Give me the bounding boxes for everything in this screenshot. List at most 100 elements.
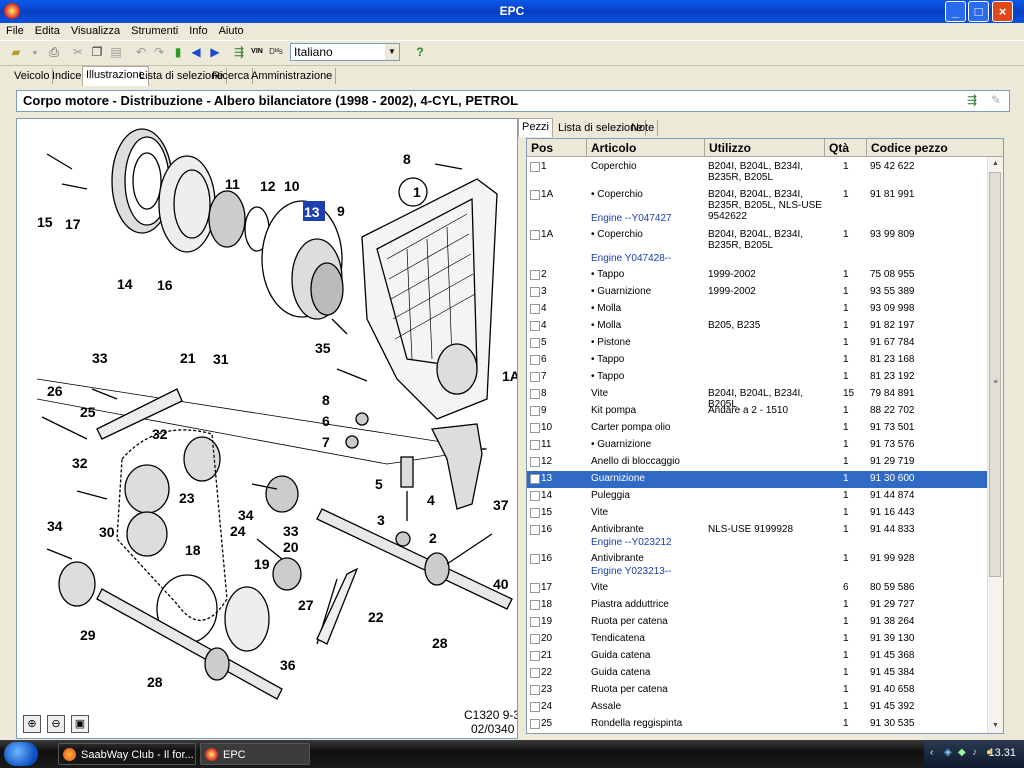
- table-row[interactable]: 13 Guarnizione 1 91 30 600: [527, 471, 988, 488]
- close-button[interactable]: ×: [992, 1, 1013, 22]
- forward-arrow-icon[interactable]: ▶: [207, 44, 223, 60]
- table-row[interactable]: 18 Piastra adduttrice 1 91 29 727: [527, 597, 988, 614]
- callout-29[interactable]: 29: [80, 627, 96, 643]
- column-header-usage[interactable]: Utilizzo: [705, 139, 825, 157]
- vin-button[interactable]: VIN: [249, 44, 265, 60]
- copy-icon[interactable]: ❐: [89, 44, 105, 60]
- row-checkbox[interactable]: [530, 423, 540, 433]
- callout-11[interactable]: 11: [225, 176, 240, 192]
- menu-tools[interactable]: Strumenti: [125, 23, 183, 37]
- table-row[interactable]: 25 Rondella reggispinta 1 91 30 535: [527, 716, 988, 733]
- row-checkbox[interactable]: [530, 338, 540, 348]
- table-row[interactable]: 16 Antivibrante 1 91 99 928 Engine Y023213--: [527, 551, 988, 580]
- callout-25[interactable]: 25: [80, 404, 96, 420]
- scroll-down-arrow-icon[interactable]: ▼: [990, 720, 1001, 732]
- table-row[interactable]: 17 Vite 6 80 59 586: [527, 580, 988, 597]
- save-icon[interactable]: ▪: [27, 44, 43, 60]
- tray-expand-icon[interactable]: ‹: [930, 747, 941, 758]
- row-checkbox[interactable]: [530, 508, 540, 518]
- taskbar-item-epc[interactable]: EPC: [200, 743, 310, 765]
- callout-31[interactable]: 31: [213, 351, 229, 367]
- row-checkbox[interactable]: [530, 304, 540, 314]
- callout-13[interactable]: 13: [304, 204, 320, 220]
- tab-parts[interactable]: Pezzi: [518, 118, 553, 137]
- cut-icon[interactable]: ✂: [70, 44, 86, 60]
- zoom-in-button[interactable]: ⊕: [23, 715, 41, 733]
- row-checkbox[interactable]: [530, 685, 540, 695]
- redo-icon[interactable]: ↷: [151, 44, 167, 60]
- row-checkbox[interactable]: [530, 634, 540, 644]
- row-checkbox[interactable]: [530, 230, 540, 240]
- row-checkbox[interactable]: [530, 525, 540, 535]
- callout-32[interactable]: 32: [72, 455, 88, 471]
- menu-info[interactable]: Info: [183, 23, 212, 37]
- callout-28[interactable]: 28: [147, 674, 163, 690]
- table-row[interactable]: 14 Puleggia 1 91 44 874: [527, 488, 988, 505]
- table-row[interactable]: 9 Kit pompa Andare a 2 - 1510 1 88 22 702: [527, 403, 988, 420]
- volume-icon[interactable]: ♪: [972, 747, 983, 758]
- menu-view[interactable]: Visualizza: [65, 23, 125, 37]
- table-row[interactable]: 23 Ruota per catena 1 91 40 658: [527, 682, 988, 699]
- table-row[interactable]: 12 Anello di bloccaggio 1 91 29 719: [527, 454, 988, 471]
- paste-icon[interactable]: ▤: [108, 44, 124, 60]
- callout-5[interactable]: 5: [375, 476, 383, 492]
- row-checkbox[interactable]: [530, 389, 540, 399]
- add-to-list-icon[interactable]: ⇶: [967, 93, 983, 109]
- table-row[interactable]: 15 Vite 1 91 16 443: [527, 505, 988, 522]
- callout-1A[interactable]: 1A: [502, 368, 517, 384]
- row-checkbox[interactable]: [530, 474, 540, 484]
- open-folder-icon[interactable]: ▰: [8, 44, 24, 60]
- table-row[interactable]: 10 Carter pompa olio 1 91 73 501: [527, 420, 988, 437]
- row-checkbox[interactable]: [530, 321, 540, 331]
- callout-34[interactable]: 34: [238, 507, 254, 523]
- table-row[interactable]: 1A • Coperchio B204I, B204L, B234I, B235R,…: [527, 187, 988, 227]
- callout-33[interactable]: 33: [92, 350, 108, 366]
- callout-32[interactable]: 32: [152, 426, 168, 442]
- table-row[interactable]: 2 • Tappo 1999-2002 1 75 08 955: [527, 267, 988, 284]
- print-icon[interactable]: ⎙: [46, 44, 62, 60]
- callout-26[interactable]: 26: [47, 383, 63, 399]
- undo-icon[interactable]: ↶: [133, 44, 149, 60]
- callout-30[interactable]: 30: [99, 524, 115, 540]
- table-row[interactable]: 5 • Pistone 1 91 67 784: [527, 335, 988, 352]
- row-checkbox[interactable]: [530, 287, 540, 297]
- tab-notes[interactable]: Note: [628, 120, 659, 136]
- back-arrow-icon[interactable]: ◀: [188, 44, 204, 60]
- tab-search[interactable]: Ricerca: [209, 68, 254, 84]
- callout-10[interactable]: 10: [284, 178, 300, 194]
- row-checkbox[interactable]: [530, 668, 540, 678]
- table-row[interactable]: 26Vite179 84 735: [527, 733, 988, 734]
- table-row[interactable]: 4 • Molla B205, B235 1 91 82 197: [527, 318, 988, 335]
- menu-edit[interactable]: Edita: [29, 23, 65, 37]
- row-checkbox[interactable]: [530, 702, 540, 712]
- callout-8[interactable]: 8: [403, 151, 411, 167]
- zoom-out-button[interactable]: ⊖: [47, 715, 65, 733]
- callout-37[interactable]: 37: [493, 497, 509, 513]
- callout-20[interactable]: 20: [283, 539, 299, 555]
- callout-14[interactable]: 14: [117, 276, 133, 292]
- table-row[interactable]: 21 Guida catena 1 91 45 368: [527, 648, 988, 665]
- table-row[interactable]: 22 Guida catena 1 91 45 384: [527, 665, 988, 682]
- callout-2[interactable]: 2: [429, 530, 437, 546]
- row-checkbox[interactable]: [530, 457, 540, 467]
- callout-36[interactable]: 36: [280, 657, 296, 673]
- export-icon[interactable]: ⇶: [231, 44, 247, 60]
- tab-index[interactable]: Indice: [49, 68, 86, 84]
- tab-vehicle[interactable]: Veicolo: [11, 68, 54, 84]
- callout-8[interactable]: 8: [322, 392, 330, 408]
- zoom-fit-button[interactable]: ▣: [71, 715, 89, 733]
- table-row[interactable]: 3 • Guarnizione 1999-2002 1 93 55 389: [527, 284, 988, 301]
- language-select[interactable]: Italiano ▼: [290, 43, 400, 61]
- callout-19[interactable]: 19: [254, 556, 270, 572]
- maximize-button[interactable]: □: [968, 1, 989, 22]
- minimize-button[interactable]: _: [945, 1, 966, 22]
- column-header-article[interactable]: Articolo: [587, 139, 705, 157]
- column-header-part-code[interactable]: Codice pezzo: [867, 139, 1003, 157]
- callout-18[interactable]: 18: [185, 542, 201, 558]
- menu-help[interactable]: Aiuto: [213, 23, 249, 37]
- row-checkbox[interactable]: [530, 162, 540, 172]
- callout-35[interactable]: 35: [315, 340, 331, 356]
- table-row[interactable]: 1A • Coperchio B204I, B204L, B234I, B235R,…: [527, 227, 988, 267]
- security-icon[interactable]: ◆: [958, 747, 969, 758]
- chevron-down-icon[interactable]: ▼: [385, 44, 399, 60]
